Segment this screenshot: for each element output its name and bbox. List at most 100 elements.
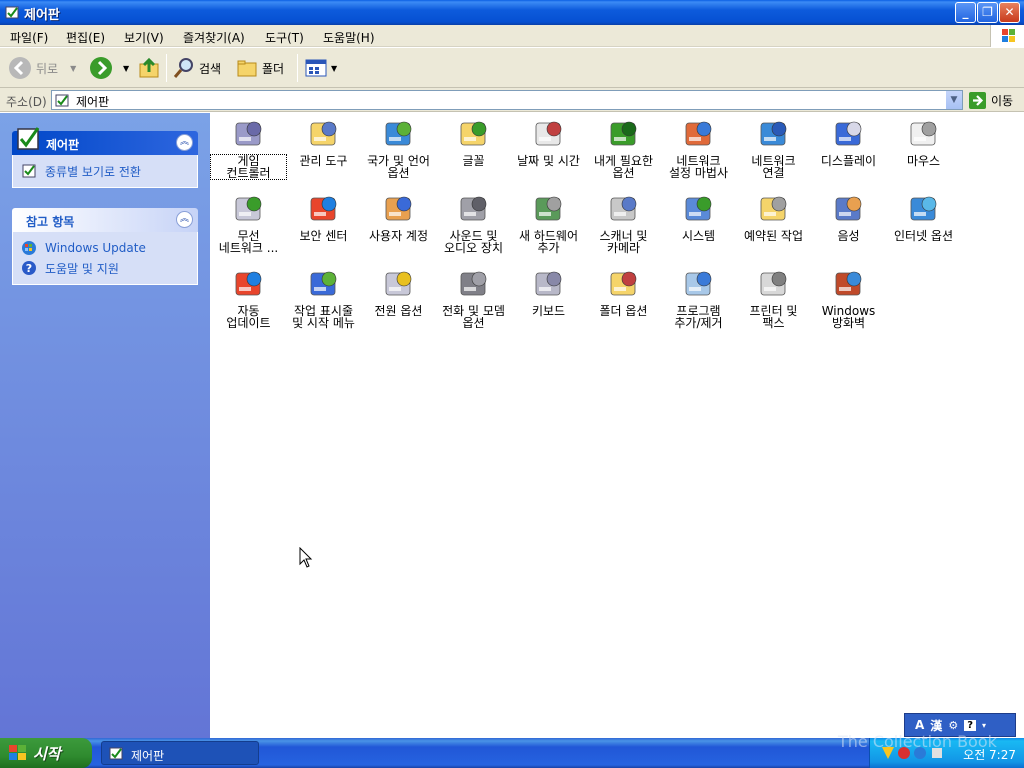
control-panel-item[interactable]: 게임 컨트롤러 — [210, 117, 287, 180]
firewall-icon — [835, 271, 861, 296]
help-icon: ? — [22, 261, 36, 275]
search-button[interactable]: 검색 — [173, 54, 221, 82]
control-panel-item[interactable]: 음성 — [811, 192, 886, 242]
shield-icon — [310, 196, 336, 221]
menu-file[interactable]: 파일(F) — [10, 29, 48, 46]
control-panel-item[interactable]: Windows 방화벽 — [811, 267, 886, 329]
item-label: 시스템 — [681, 229, 716, 243]
help-support-link[interactable]: ? 도움말 및 지원 — [21, 258, 189, 278]
control-panel-item[interactable]: 마우스 — [886, 117, 961, 167]
item-label: 관리 도구 — [299, 154, 348, 168]
control-panel-item[interactable]: 디스플레이 — [811, 117, 886, 167]
control-panel-item[interactable]: 무선 네트워크 ... — [211, 192, 286, 254]
control-panel-item[interactable]: 네트워크 연결 — [736, 117, 811, 179]
search-label: 검색 — [199, 61, 222, 76]
control-panel-item[interactable]: 글꼴 — [436, 117, 511, 167]
ime-tool-icon[interactable]: ⚙ — [948, 719, 958, 732]
control-panel-item[interactable]: 사용자 계정 — [361, 192, 436, 242]
control-panel-item[interactable]: 작업 표시줄 및 시작 메뉴 — [286, 267, 361, 329]
pane-header[interactable]: 제어판 ︽ — [12, 127, 198, 155]
menu-edit[interactable]: 편집(E) — [66, 29, 105, 46]
item-label: 디스플레이 — [820, 154, 877, 168]
control-panel-item[interactable]: 전원 옵션 — [361, 267, 436, 317]
back-dropdown-icon[interactable]: ▼ — [70, 64, 76, 73]
item-label: 자동 업데이트 — [226, 304, 271, 330]
address-label: 주소(D) — [6, 95, 47, 109]
taskbar-button-control-panel[interactable]: 제어판 — [101, 741, 259, 765]
control-panel-item[interactable]: 예약된 작업 — [736, 192, 811, 242]
control-panel-items: 게임 컨트롤러 관리 도구 국가 및 언어 옵션 글꼴 날짜 및 시간 내게 필… — [210, 113, 1024, 738]
scheduled-tasks-icon — [760, 196, 786, 221]
clock-icon — [535, 121, 561, 146]
control-panel-item[interactable]: 사운드 및 오디오 장치 — [436, 192, 511, 254]
collapse-icon[interactable]: ︽ — [176, 134, 193, 151]
folders-button[interactable]: 폴더 — [236, 54, 284, 82]
pane-header[interactable]: 참고 항목 ︽ — [12, 208, 198, 232]
windows-flag-icon — [235, 271, 261, 296]
control-panel-icon — [17, 127, 40, 150]
menu-view[interactable]: 보기(V) — [124, 29, 164, 46]
address-input[interactable]: 제어판 ▼ — [51, 90, 963, 110]
control-panel-item[interactable]: 새 하드웨어 추가 — [511, 192, 586, 254]
control-panel-item[interactable]: 시스템 — [661, 192, 736, 242]
menu-favorites[interactable]: 즐겨찾기(A) — [183, 29, 245, 46]
item-label: 작업 표시줄 및 시작 메뉴 — [292, 304, 355, 330]
item-label: 전화 및 모뎀 옵션 — [442, 304, 505, 330]
control-panel-item[interactable]: 네트워크 설정 마법사 — [661, 117, 736, 179]
network-globe-icon — [760, 121, 786, 146]
switch-category-view-link[interactable]: 종류별 보기로 전환 — [21, 161, 189, 181]
item-label: 프로그램 추가/제거 — [674, 304, 723, 330]
control-panel-item[interactable]: 프린터 및 팩스 — [736, 267, 811, 329]
address-dropdown-icon[interactable]: ▼ — [945, 91, 962, 109]
start-button[interactable]: 시작 — [0, 738, 92, 768]
options-icon[interactable]: ▾ — [982, 721, 986, 730]
minimize-button[interactable]: _ — [955, 2, 976, 23]
menu-help[interactable]: 도움말(H) — [323, 29, 375, 46]
control-panel-item[interactable]: 내게 필요한 옵션 — [586, 117, 661, 179]
views-button[interactable]: ▼ — [305, 54, 337, 82]
control-panel-item[interactable]: 프로그램 추가/제거 — [661, 267, 736, 329]
control-panel-item[interactable]: 국가 및 언어 옵션 — [361, 117, 436, 179]
keyboard-icon — [535, 271, 561, 296]
forward-dropdown-icon[interactable]: ▼ — [123, 64, 129, 73]
control-panel-item[interactable]: 날짜 및 시간 — [511, 117, 586, 167]
folders-icon — [237, 60, 257, 77]
menu-bar: 파일(F) 편집(E) 보기(V) 즐겨찾기(A) 도구(T) 도움말(H) — [0, 25, 1024, 47]
item-label: 네트워크 연결 — [751, 154, 796, 180]
go-button[interactable]: 이동 — [968, 90, 1013, 110]
menu-tools[interactable]: 도구(T) — [265, 29, 304, 46]
back-button[interactable]: 뒤로 ▼ — [8, 54, 76, 82]
input-mode-icon[interactable]: A — [915, 718, 924, 732]
collapse-icon[interactable]: ︽ — [176, 211, 193, 228]
maximize-button[interactable]: ❐ — [977, 2, 998, 23]
link-label: Windows Update — [45, 241, 146, 255]
up-folder-button[interactable] — [138, 54, 160, 82]
windows-update-icon — [22, 241, 36, 255]
go-label: 이동 — [991, 93, 1014, 108]
toolbar: 뒤로 ▼ ▼ 검색 폴더 ▼ — [0, 48, 1024, 88]
phone-icon — [460, 271, 486, 296]
control-panel-item[interactable]: 키보드 — [511, 267, 586, 317]
title-bar[interactable]: 제어판 _ ❐ ✕ — [0, 0, 1024, 25]
windows-update-link[interactable]: Windows Update — [21, 238, 189, 258]
folders-label: 폴더 — [262, 61, 285, 76]
hanja-icon[interactable]: 漢 — [930, 717, 942, 734]
views-dropdown-icon[interactable]: ▼ — [331, 64, 337, 73]
control-panel-item[interactable]: 전화 및 모뎀 옵션 — [436, 267, 511, 329]
close-button[interactable]: ✕ — [999, 2, 1020, 23]
help-icon[interactable]: ? — [964, 719, 976, 731]
pane-title: 참고 항목 — [26, 215, 75, 229]
item-label: 폴더 옵션 — [599, 304, 648, 318]
control-panel-item[interactable]: 자동 업데이트 — [211, 267, 286, 329]
item-label: 키보드 — [531, 304, 566, 318]
forward-button[interactable]: ▼ — [89, 54, 129, 82]
printer-icon — [760, 271, 786, 296]
control-panel-item[interactable]: 관리 도구 — [286, 117, 361, 167]
control-panel-icon — [22, 164, 36, 178]
control-panel-item[interactable]: 인터넷 옵션 — [886, 192, 961, 242]
item-label: Windows 방화벽 — [821, 304, 876, 330]
link-label: 도움말 및 지원 — [45, 261, 119, 276]
control-panel-item[interactable]: 보안 센터 — [286, 192, 361, 242]
control-panel-item[interactable]: 폴더 옵션 — [586, 267, 661, 317]
control-panel-item[interactable]: 스캐너 및 카메라 — [586, 192, 661, 254]
